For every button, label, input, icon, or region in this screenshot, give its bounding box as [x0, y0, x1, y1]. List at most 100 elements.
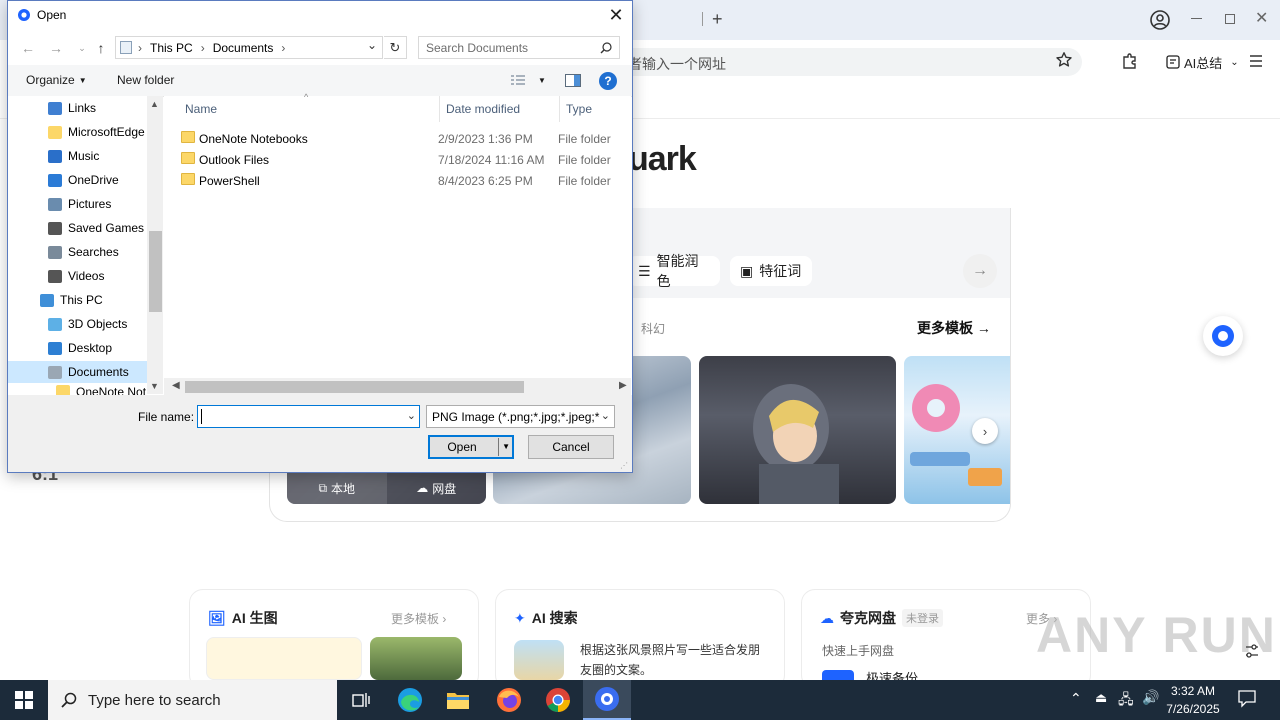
nav-item-onenote-not[interactable]: OneNote Not	[8, 385, 147, 395]
local-upload-button[interactable]: ⧉ 本地	[287, 472, 387, 504]
nav-item-pictures[interactable]: Pictures	[8, 193, 147, 215]
column-separator[interactable]	[439, 96, 440, 122]
usb-icon[interactable]: ⏏	[1095, 690, 1107, 706]
chrome-app[interactable]	[534, 680, 582, 720]
forward-button[interactable]: →	[46, 38, 66, 58]
scroll-down-arrow-icon[interactable]: ▼	[150, 381, 159, 391]
cancel-button[interactable]: Cancel	[528, 435, 614, 459]
file-row[interactable]: PowerShell 8/4/2023 6:25 PM File folder	[173, 170, 623, 191]
dialog-close-button[interactable]: ✕	[604, 4, 628, 26]
firefox-app[interactable]	[485, 680, 533, 720]
back-button[interactable]: ←	[18, 38, 38, 58]
scroll-left-arrow-icon[interactable]: ◀	[172, 380, 180, 391]
file-date-modified: 8/4/2023 6:25 PM	[438, 173, 533, 188]
ai-image-thumb-1[interactable]	[206, 637, 362, 680]
network-icon[interactable]: 🖧	[1118, 689, 1134, 713]
nav-item-3d-objects[interactable]: 3D Objects	[8, 313, 147, 335]
nav-item-desktop[interactable]: Desktop	[8, 337, 147, 359]
column-header-type[interactable]: Type	[566, 102, 592, 116]
edge-app[interactable]	[386, 680, 434, 720]
file-name-input[interactable]: ⌄	[197, 405, 420, 428]
scroll-up-arrow-icon[interactable]: ▲	[150, 99, 159, 109]
restore-button[interactable]	[1225, 14, 1235, 24]
quark-drive-backup: 极速备份	[866, 671, 919, 680]
nav-item-microsoftedge[interactable]: MicrosoftEdge	[8, 121, 147, 143]
extensions-icon[interactable]	[1121, 52, 1139, 70]
nav-item-videos[interactable]: Videos	[8, 265, 147, 287]
start-button[interactable]	[0, 680, 48, 720]
folder-icon	[181, 131, 195, 143]
polish-icon: ☰	[638, 262, 651, 279]
menu-icon[interactable]	[1249, 55, 1263, 67]
nav-item-onedrive[interactable]: OneDrive	[8, 169, 147, 191]
notifications-icon[interactable]	[1237, 688, 1257, 708]
profile-icon[interactable]	[1149, 9, 1171, 31]
organize-button[interactable]: Organize ▼	[26, 73, 87, 87]
chip-keywords[interactable]: ▣ 特征词	[730, 256, 812, 286]
nav-scroll-thumb[interactable]	[149, 231, 162, 312]
file-type-filter[interactable]: PNG Image (*.png;*.jpg;*.jpeg;* ⌄	[426, 405, 615, 428]
show-hidden-icons-chevron-icon[interactable]: ⌃	[1070, 690, 1082, 707]
column-header-name[interactable]: Name	[185, 102, 217, 116]
file-row[interactable]: OneNote Notebooks 2/9/2023 1:36 PM File fo…	[173, 128, 623, 149]
preview-pane-button[interactable]	[565, 74, 581, 87]
nav-item-documents[interactable]: Documents	[8, 361, 147, 383]
quark-icon	[595, 687, 619, 711]
task-view-button[interactable]	[337, 680, 385, 720]
cloud-upload-button[interactable]: ☁ 网盘	[387, 472, 487, 504]
scroll-right-arrow-icon[interactable]: ▶	[619, 380, 627, 391]
saved-games-icon	[48, 221, 62, 235]
nav-item-saved-games[interactable]: Saved Games	[8, 217, 147, 239]
floating-assistant-button[interactable]	[1203, 316, 1243, 356]
breadcrumb[interactable]: › This PC › Documents ›	[115, 36, 383, 59]
taskbar-clock[interactable]: 3:32 AM 7/26/2025	[1160, 682, 1226, 718]
file-row[interactable]: Outlook Files 7/18/2024 11:16 AM File fold…	[173, 149, 623, 170]
text-caret	[201, 409, 202, 424]
nav-item-this-pc[interactable]: This PC	[8, 289, 147, 311]
file-scroll-thumb[interactable]	[185, 381, 524, 393]
taskbar-search-placeholder: Type here to search	[88, 691, 221, 709]
this-pc-icon	[40, 293, 54, 307]
chip-polish[interactable]: ☰ 智能润色	[628, 253, 720, 289]
dialog-titlebar[interactable]	[8, 1, 632, 32]
bookmark-star-icon[interactable]	[1055, 51, 1073, 69]
template-thumbnail-girl[interactable]	[699, 356, 896, 504]
ai-image-more-link[interactable]: 更多模板 ›	[391, 610, 446, 627]
templates-next-button[interactable]: ›	[972, 418, 998, 444]
new-folder-button[interactable]: New folder	[117, 73, 174, 87]
resize-grip-icon[interactable]: ⋰	[620, 461, 628, 470]
file-explorer-app[interactable]	[434, 680, 482, 720]
view-options-button[interactable]: ▼	[510, 74, 546, 86]
recent-locations-chevron-icon[interactable]: ⌄	[72, 38, 92, 58]
breadcrumb-dropdown-icon[interactable]: ⌄	[367, 38, 377, 52]
column-separator[interactable]	[559, 96, 560, 122]
quark-app[interactable]	[583, 680, 631, 720]
details-view-icon	[511, 75, 525, 85]
ai-summary-button[interactable]: AI总结 ⌄	[1166, 52, 1239, 72]
nav-item-label: OneNote Not	[76, 385, 147, 395]
minimize-button[interactable]	[1191, 18, 1202, 19]
nav-item-links[interactable]: Links	[8, 97, 147, 119]
search-documents-input[interactable]: Search Documents	[418, 36, 620, 59]
column-header-date-modified[interactable]: Date modified	[446, 102, 520, 116]
file-type-filter-value: PNG Image (*.png;*.jpg;*.jpeg;*	[432, 409, 600, 424]
help-button[interactable]: ?	[599, 72, 617, 90]
more-templates-link[interactable]: 更多模板 →	[917, 318, 991, 338]
open-split-chevron-icon[interactable]: ▼	[498, 438, 510, 456]
window-close-button[interactable]: ✕	[1255, 8, 1268, 28]
open-button[interactable]: Open ▼	[428, 435, 514, 459]
taskbar-search-box[interactable]: Type here to search	[48, 680, 337, 720]
up-button[interactable]: ↑	[91, 38, 111, 58]
breadcrumb-documents[interactable]: Documents	[213, 41, 274, 55]
new-tab-button[interactable]: +	[712, 9, 723, 30]
chips-next-button[interactable]: →	[963, 254, 997, 288]
nav-item-searches[interactable]: Searches	[8, 241, 147, 263]
settings-sliders-icon[interactable]	[1244, 643, 1260, 659]
ai-image-thumb-2[interactable]	[370, 637, 462, 680]
breadcrumb-this-pc[interactable]: This PC	[150, 41, 193, 55]
nav-item-music[interactable]: Music	[8, 145, 147, 167]
refresh-button[interactable]: ↻	[384, 36, 407, 59]
chevron-down-icon[interactable]: ⌄	[407, 409, 416, 422]
volume-icon[interactable]: 🔊	[1142, 689, 1159, 706]
ai-search-thumb	[514, 640, 564, 680]
